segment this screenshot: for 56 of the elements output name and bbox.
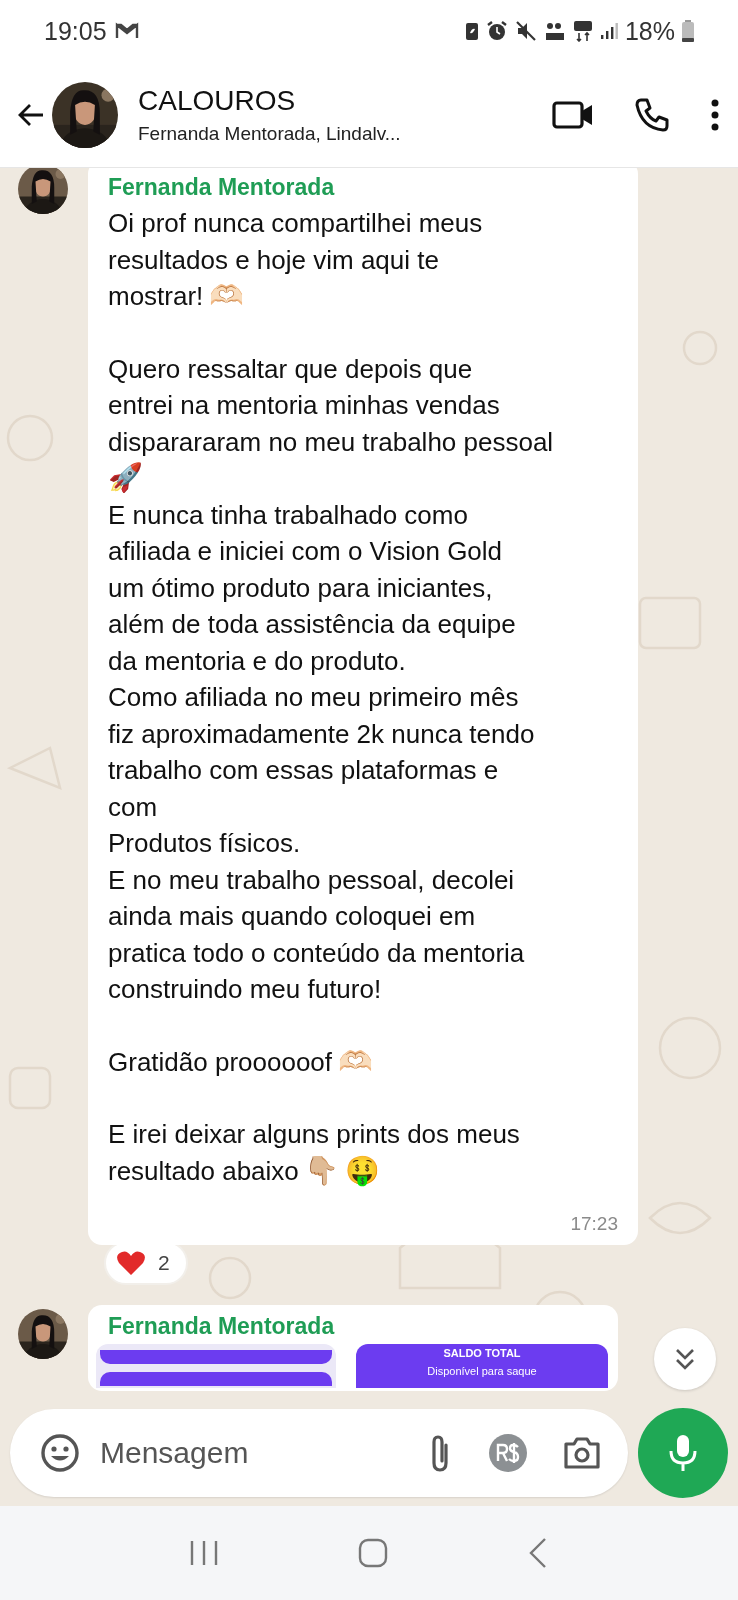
message-text: Oi prof nunca compartilhei meus [108,207,483,240]
message-text: Produtos físicos. [108,827,301,860]
message-text: Gratidão proooooof [108,1045,333,1079]
group-name[interactable]: CALOUROS [138,84,512,117]
status-time: 19:05 [44,16,107,46]
message-text: E nunca tinha trabalhado como [108,498,468,532]
emoji: 🫶🏻 [209,278,245,315]
message-text: resultados e hoje vim aqui te [108,243,439,277]
alarm-icon [485,20,508,42]
message-text: mostrar! [108,280,204,313]
message-text: trabalho com essas plataformas e [108,754,499,787]
message-text: fiz aproximadamente 2k nunca tendo [108,717,535,751]
emoji: 🫶🏻 [338,1043,373,1080]
group-members[interactable]: Fernanda Mentorada, Lindalv... [138,122,512,145]
message-text: além de toda assistência da equipe [108,608,516,641]
message-text: da mentoria e do produto. [108,644,406,678]
battery-icon [682,20,694,42]
message-text: disparararam no meu trabalho pessoal [108,425,554,459]
home-icon[interactable] [357,1537,389,1569]
phone-call-icon[interactable] [634,96,670,133]
message-input[interactable]: Mensagem [98,1435,408,1471]
message-text: construindo meu futuro! [108,973,382,1006]
message-text: ainda mais quando coloquei em [108,900,476,933]
camera-icon[interactable] [562,1435,602,1471]
currency-icon [488,1433,528,1473]
balance-subtitle: Disponível para saque [426,1365,538,1377]
heart-icon [116,1249,146,1277]
more-options-icon[interactable] [710,97,720,132]
message-text: Quero ressaltar que depois que [108,352,473,386]
emoji: 🚀 [108,460,143,497]
mail-icon [114,22,139,40]
scroll-down-button[interactable] [654,1328,716,1390]
emoji: 🤑 [345,1152,381,1189]
signal-icon [599,22,618,40]
message-text: afiliada e iniciei com o Vision Gold [108,535,503,568]
message-text: um ótimo produto para iniciantes, [108,571,493,605]
image-thumbnail[interactable] [96,1344,336,1388]
message-text: pratica todo o conteúdo da mentoria [108,936,525,970]
message-text: resultado abaixo [108,1154,299,1188]
mute-icon [514,20,537,42]
message-text: entrei na mentoria minhas vendas [108,389,500,422]
message-text: com [108,790,158,824]
balance-title: SALDO TOTAL [442,1347,522,1359]
message-text: E no meu trabalho pessoal, decolei [108,863,515,897]
phone-status-icon [464,21,479,41]
image-thumbnail[interactable]: SALDO TOTAL Disponível para saque [356,1344,608,1388]
reaction-count: 2 [158,1251,170,1275]
message-text: E irei deixar alguns prints dos meus [108,1118,520,1151]
emoji: 👇🏼 [304,1152,340,1189]
message-text: Como afiliada no meu primeiro mês [108,681,519,714]
double-chevron-icon [674,1347,696,1371]
video-call-icon[interactable] [552,99,594,130]
battery-percentage: 18% [624,16,675,46]
message-time: 17:23 [569,1213,618,1235]
payment-button[interactable] [488,1433,528,1473]
emoji-icon[interactable] [40,1433,80,1473]
